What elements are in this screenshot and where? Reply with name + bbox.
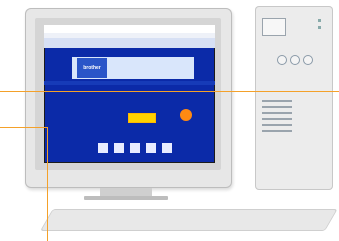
activity-led <box>318 26 321 29</box>
toolbar-icon-1 <box>98 143 108 153</box>
highlight-marker <box>180 109 192 121</box>
power-button-3 <box>303 55 313 65</box>
brand-logo: brother <box>77 58 107 78</box>
app-blue-bar <box>44 81 215 85</box>
tower-vent-line <box>262 112 292 114</box>
tower-vent-line <box>262 106 292 108</box>
selected-item <box>128 113 156 123</box>
monitor-foot <box>84 196 168 200</box>
monitor-neck <box>100 188 152 196</box>
app-titlebar <box>44 25 215 33</box>
tower-vent-line <box>262 100 292 102</box>
power-button-2 <box>290 55 300 65</box>
tower-vent-line <box>262 118 292 120</box>
drive-slot <box>262 18 286 36</box>
power-led <box>318 19 321 22</box>
toolbar-icon-2 <box>114 143 124 153</box>
toolbar-icon-5 <box>162 143 172 153</box>
monitor-screen: brother <box>44 25 215 163</box>
callout-line-left <box>0 127 47 128</box>
brand-text: brother <box>83 65 101 71</box>
tower-vent-line <box>262 130 292 132</box>
power-button-1 <box>277 55 287 65</box>
app-toolbar <box>44 38 215 48</box>
callout-line-top <box>0 91 339 92</box>
tower-vent-line <box>262 124 292 126</box>
toolbar-icon-3 <box>130 143 140 153</box>
keyboard <box>40 209 338 231</box>
toolbar-icon-4 <box>146 143 156 153</box>
callout-line-vertical <box>47 127 48 241</box>
